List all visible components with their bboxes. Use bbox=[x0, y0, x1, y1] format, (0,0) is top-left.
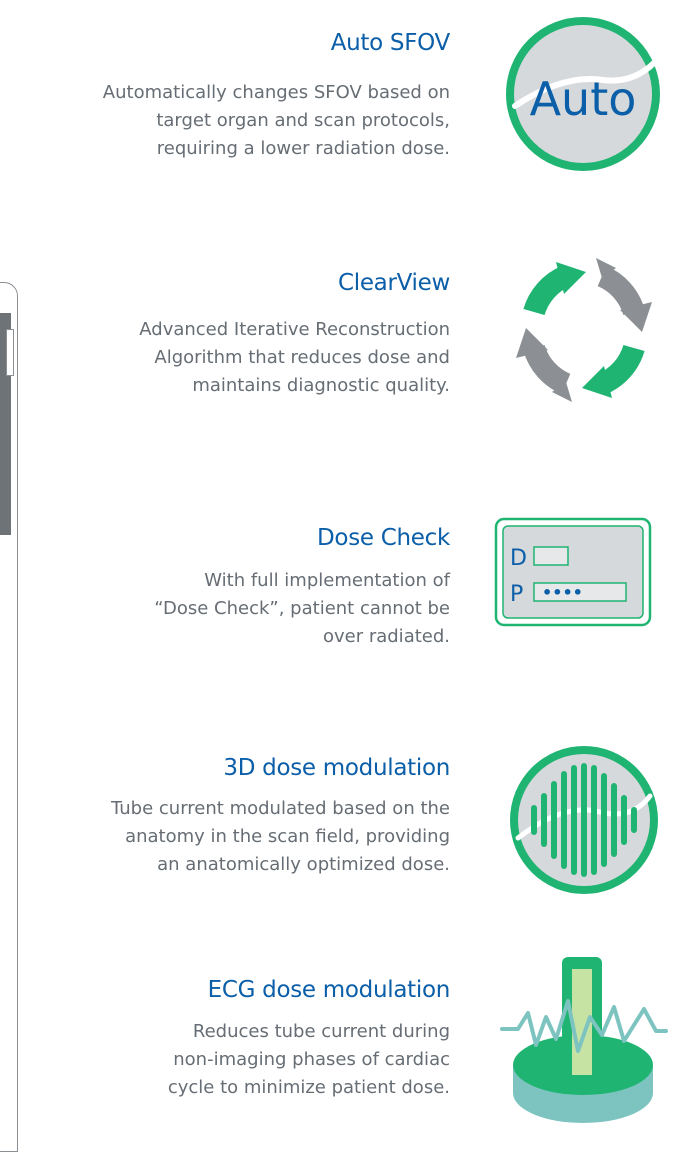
feature-title: ECG dose modulation bbox=[207, 977, 451, 1003]
svg-text:P: P bbox=[510, 582, 523, 607]
feature-description: Advanced Iterative Reconstruction Algori… bbox=[139, 319, 450, 396]
feature-title: 3D dose modulation bbox=[223, 755, 450, 781]
feature-description: With full implementation of “Dose Check”… bbox=[154, 570, 450, 647]
ecg-platform-icon bbox=[498, 955, 668, 1134]
svg-text:D: D bbox=[510, 546, 527, 571]
feature-title: Auto SFOV bbox=[330, 30, 451, 56]
auto-badge-icon: Auto bbox=[503, 14, 663, 178]
feature-description: Tube current modulated based on the anat… bbox=[111, 798, 450, 875]
dose-panel-icon: D P •••• bbox=[494, 517, 654, 631]
feature-description: Reduces tube current during non-imaging … bbox=[167, 1021, 450, 1098]
svg-text:Auto: Auto bbox=[530, 72, 637, 126]
feature-description: Automatically changes SFOV based on targ… bbox=[102, 82, 450, 159]
circular-arrows-icon bbox=[504, 250, 664, 414]
feature-title: ClearView bbox=[337, 270, 450, 296]
waveform-circle-icon bbox=[504, 740, 664, 904]
svg-text:••••: •••• bbox=[542, 583, 583, 602]
feature-title: Dose Check bbox=[317, 525, 450, 551]
